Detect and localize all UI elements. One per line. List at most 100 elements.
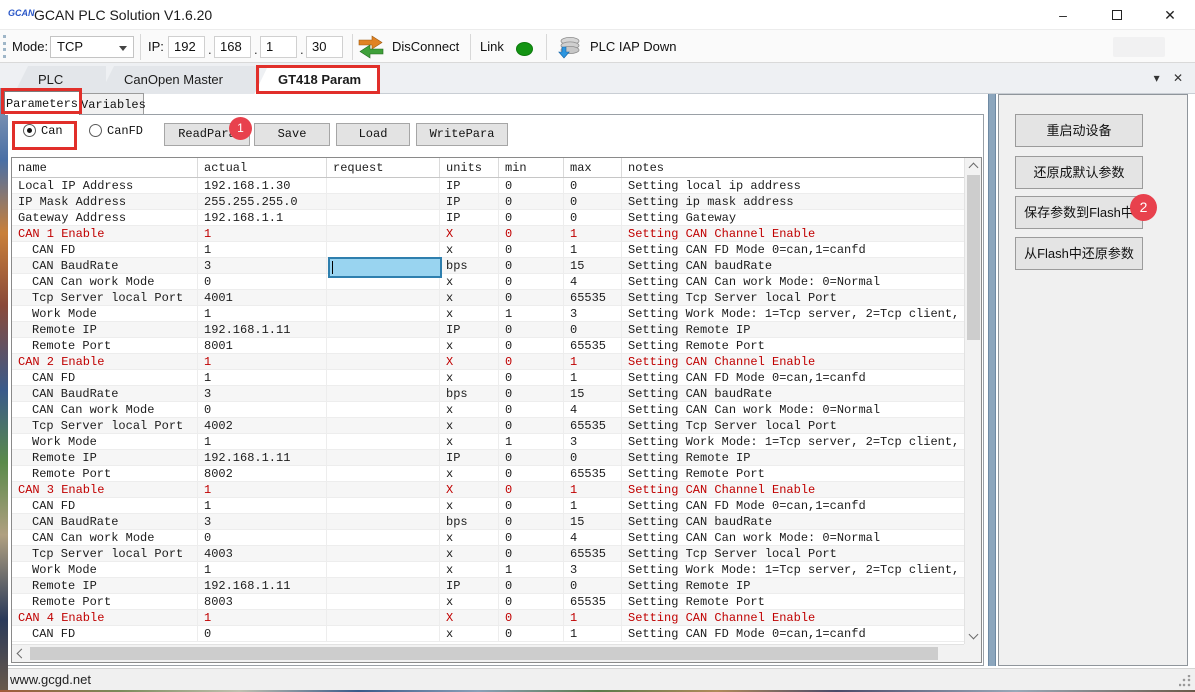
table-row[interactable]: Local IP Address192.168.1.30IP00Setting … xyxy=(12,178,964,194)
mode-select[interactable]: TCP xyxy=(50,36,134,58)
cell-name: CAN FD xyxy=(12,242,198,257)
cell-request[interactable] xyxy=(327,290,440,305)
minimize-button[interactable]: – xyxy=(1040,0,1086,30)
restore-params-from-flash-button[interactable]: 从Flash中还原参数 xyxy=(1015,237,1143,270)
restore-default-params-button[interactable]: 还原成默认参数 xyxy=(1015,156,1143,189)
scroll-left-icon[interactable] xyxy=(17,649,27,659)
cell-request[interactable] xyxy=(327,498,440,513)
table-row[interactable]: Remote Port8003x065535Setting Remote Por… xyxy=(12,594,964,610)
cell-request[interactable] xyxy=(327,194,440,209)
table-row[interactable]: Tcp Server local Port4002x065535Setting … xyxy=(12,418,964,434)
table-row[interactable]: CAN FD1x01Setting CAN FD Mode 0=can,1=ca… xyxy=(12,370,964,386)
cell-actual: 192.168.1.11 xyxy=(198,322,327,337)
table-row[interactable]: CAN 3 Enable1X01Setting CAN Channel Enab… xyxy=(12,482,964,498)
table-row[interactable]: Work Mode1x13Setting Work Mode: 1=Tcp se… xyxy=(12,562,964,578)
cell-notes: Setting Remote Port xyxy=(622,466,964,481)
radio-canfd[interactable]: CanFD xyxy=(89,124,143,138)
table-row[interactable]: CAN BaudRate3bps015Setting CAN baudRate xyxy=(12,514,964,530)
table-row[interactable]: CAN FD1x01Setting CAN FD Mode 0=can,1=ca… xyxy=(12,498,964,514)
vertical-scrollbar[interactable] xyxy=(964,158,981,644)
horizontal-scrollbar[interactable] xyxy=(12,644,964,662)
ip-octet-4-input[interactable]: 30 xyxy=(306,36,343,58)
title-bar: GCAN GCAN PLC Solution V1.6.20 – ✕ xyxy=(0,0,1195,30)
cell-request[interactable] xyxy=(327,450,440,465)
cell-request[interactable] xyxy=(327,242,440,257)
disconnect-button[interactable]: DisConnect xyxy=(392,39,459,54)
table-row[interactable]: CAN 2 Enable1X01Setting CAN Channel Enab… xyxy=(12,354,964,370)
cell-request[interactable] xyxy=(327,386,440,401)
horizontal-scroll-thumb[interactable] xyxy=(30,647,938,660)
table-row[interactable]: Remote Port8002x065535Setting Remote Por… xyxy=(12,466,964,482)
table-row[interactable]: Work Mode1x13Setting Work Mode: 1=Tcp se… xyxy=(12,434,964,450)
scroll-up-icon[interactable] xyxy=(969,163,979,173)
cell-request[interactable] xyxy=(327,402,440,417)
cell-request[interactable] xyxy=(327,338,440,353)
table-row[interactable]: CAN 1 Enable1X01Setting CAN Channel Enab… xyxy=(12,226,964,242)
tab-gt418-param[interactable]: GT418 Param xyxy=(254,66,380,95)
cell-request[interactable] xyxy=(327,434,440,449)
table-row[interactable]: CAN BaudRate3bps015Setting CAN baudRate xyxy=(12,258,964,274)
subtab-variables[interactable]: Variables xyxy=(80,93,144,115)
table-row[interactable]: Work Mode1x13Setting Work Mode: 1=Tcp se… xyxy=(12,306,964,322)
cell-request[interactable] xyxy=(327,626,440,641)
resize-grip-icon[interactable] xyxy=(1179,675,1191,687)
cell-actual: 8003 xyxy=(198,594,327,609)
tab-list-dropdown-icon[interactable]: ▾ xyxy=(1154,71,1160,85)
table-row[interactable]: IP Mask Address255.255.255.0IP00Setting … xyxy=(12,194,964,210)
cell-request[interactable] xyxy=(327,354,440,369)
table-row[interactable]: Remote Port8001x065535Setting Remote Por… xyxy=(12,338,964,354)
maximize-button[interactable] xyxy=(1094,0,1140,30)
table-row[interactable]: CAN Can work Mode0x04Setting CAN Can wor… xyxy=(12,402,964,418)
table-row[interactable]: Remote IP192.168.1.11IP00Setting Remote … xyxy=(12,322,964,338)
toolbar-grip[interactable] xyxy=(3,35,6,58)
close-button[interactable]: ✕ xyxy=(1147,0,1193,30)
plc-iap-down-button[interactable]: PLC IAP Down xyxy=(590,39,676,54)
cell-request[interactable] xyxy=(327,514,440,529)
table-row[interactable]: CAN 4 Enable1X01Setting CAN Channel Enab… xyxy=(12,610,964,626)
request-edit-input[interactable] xyxy=(328,257,442,278)
cell-request[interactable] xyxy=(327,210,440,225)
panel-splitter[interactable] xyxy=(988,94,996,666)
radio-can[interactable]: Can xyxy=(23,124,63,138)
cell-request[interactable] xyxy=(327,370,440,385)
cell-request[interactable] xyxy=(327,546,440,561)
table-row[interactable]: CAN FD1x01Setting CAN FD Mode 0=can,1=ca… xyxy=(12,242,964,258)
cell-request[interactable] xyxy=(327,562,440,577)
restart-device-button[interactable]: 重启动设备 xyxy=(1015,114,1143,147)
table-row[interactable]: CAN Can work Mode0x04Setting CAN Can wor… xyxy=(12,530,964,546)
subtab-parameters[interactable]: Parameters xyxy=(4,91,80,115)
cell-request[interactable] xyxy=(327,610,440,625)
tab-plc-config[interactable]: PLC Config xyxy=(14,66,106,94)
cell-request[interactable] xyxy=(327,530,440,545)
table-row[interactable]: Remote IP192.168.1.11IP00Setting Remote … xyxy=(12,450,964,466)
tab-canopen-master-config[interactable]: CanOpen Master Config xyxy=(100,66,260,94)
cell-request[interactable] xyxy=(327,466,440,481)
cell-units: X xyxy=(440,610,499,625)
scroll-down-icon[interactable] xyxy=(969,630,979,640)
save-params-to-flash-button[interactable]: 保存参数到Flash中 xyxy=(1015,196,1143,229)
cell-request[interactable] xyxy=(327,306,440,321)
ip-octet-3-input[interactable]: 1 xyxy=(260,36,297,58)
load-button[interactable]: Load xyxy=(336,123,410,146)
table-row[interactable]: Tcp Server local Port4001x065535Setting … xyxy=(12,290,964,306)
table-row[interactable]: Remote IP192.168.1.11IP00Setting Remote … xyxy=(12,578,964,594)
table-row[interactable]: Gateway Address192.168.1.1IP00Setting Ga… xyxy=(12,210,964,226)
cell-request[interactable] xyxy=(327,226,440,241)
table-row[interactable]: Tcp Server local Port4003x065535Setting … xyxy=(12,546,964,562)
cell-request[interactable] xyxy=(327,418,440,433)
vertical-scroll-thumb[interactable] xyxy=(967,175,980,340)
cell-request[interactable] xyxy=(327,578,440,593)
save-button[interactable]: Save xyxy=(254,123,330,146)
cell-request[interactable] xyxy=(327,322,440,337)
cell-units: x xyxy=(440,338,499,353)
tab-close-icon[interactable]: ✕ xyxy=(1173,71,1183,85)
cell-request[interactable] xyxy=(327,482,440,497)
table-row[interactable]: CAN Can work Mode0x04Setting CAN Can wor… xyxy=(12,274,964,290)
writepara-button[interactable]: WritePara xyxy=(416,123,508,146)
table-row[interactable]: CAN BaudRate3bps015Setting CAN baudRate xyxy=(12,386,964,402)
cell-request[interactable] xyxy=(327,178,440,193)
cell-request[interactable] xyxy=(327,594,440,609)
ip-octet-2-input[interactable]: 168 xyxy=(214,36,251,58)
table-row[interactable]: CAN FD0x01Setting CAN FD Mode 0=can,1=ca… xyxy=(12,626,964,642)
ip-octet-1-input[interactable]: 192 xyxy=(168,36,205,58)
